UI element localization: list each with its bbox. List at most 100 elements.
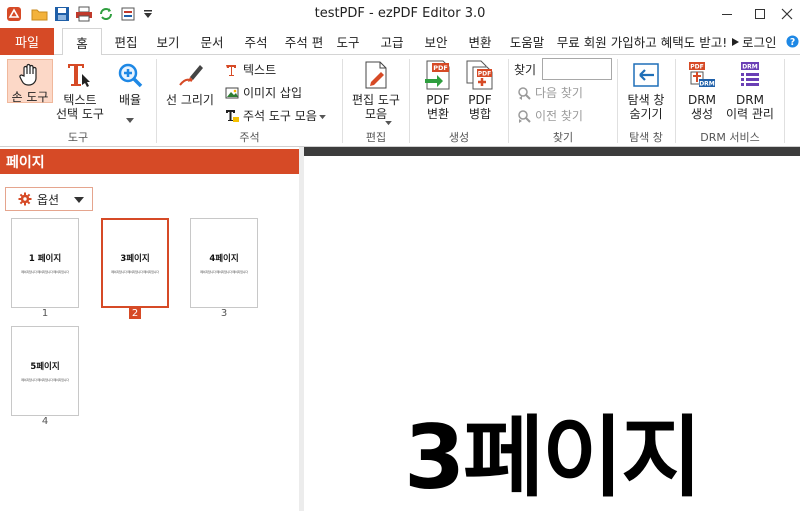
thumbnail-text: 페이지입니다 페이지입니다 페이지입니다 (21, 378, 69, 382)
edit-tools-button[interactable]: 편집 도구 모음 (348, 59, 404, 121)
group-divider (784, 59, 785, 143)
tab-annotation-edit[interactable]: 주석 편 (282, 28, 326, 55)
hand-icon (17, 62, 43, 88)
text-icon (224, 62, 240, 78)
group-label-edit: 편집 (365, 131, 387, 144)
tab-annotation[interactable]: 주석 (238, 28, 274, 55)
drm-history-icon: DRM (734, 59, 766, 91)
document-page[interactable]: 3페이지 (304, 156, 800, 511)
tab-edit[interactable]: 편집 (108, 28, 144, 55)
find-label: 찾기 (514, 63, 537, 77)
hide-nav-pane-label: 탐색 창 숨기기 (627, 93, 665, 121)
tab-security[interactable]: 보안 (418, 28, 454, 55)
help-icon[interactable]: ? (786, 28, 799, 55)
pdf-convert-label: PDF 변환 (426, 93, 450, 121)
insert-image-label: 이미지 삽입 (243, 86, 303, 100)
image-icon (224, 85, 240, 101)
page-heading: 3페이지 (403, 406, 702, 509)
find-next-button[interactable]: 다음 찾기 (516, 84, 583, 101)
draw-line-label: 선 그리기 (166, 93, 214, 107)
group-label-drm: DRM 서비스 (700, 131, 760, 144)
page-number: 1 (41, 308, 49, 319)
page-number-selected: 2 (101, 308, 169, 319)
pdf-merge-label: PDF 병합 (468, 93, 492, 121)
page-thumbnail[interactable]: 4페이지 페이지입니다 페이지입니다 페이지입니다 (190, 218, 258, 308)
group-label-find: 찾기 (552, 131, 574, 144)
tab-tools[interactable]: 도구 (330, 28, 366, 55)
annot-tools-icon (224, 108, 240, 124)
thumbnail-title: 1 페이지 (28, 254, 62, 264)
tab-document[interactable]: 문서 (194, 28, 230, 55)
promo-link[interactable]: 무료 회원 가입하고 혜택도 받고! (553, 28, 731, 55)
text-select-tool-button[interactable]: 텍스트 선택 도구 (54, 59, 106, 121)
zoom-in-icon (114, 59, 146, 91)
draw-line-button[interactable]: 선 그리기 (162, 59, 218, 107)
edit-tools-dropdown-icon (385, 115, 392, 129)
text-select-icon (64, 59, 96, 91)
pdf-merge-button[interactable]: PDF PDF 병합 (460, 59, 500, 121)
ribbon-tabs: 파일 홈 편집 보기 문서 주석 주석 편 도구 고급 보안 변환 도움말 무료… (0, 28, 800, 56)
tab-file[interactable]: 파일 (0, 28, 54, 55)
pages-panel: 옵션 1 페이지 페이지입니다 페이지입니다 페이지입니다 1 3페이지 페이지… (0, 174, 299, 511)
zoom-dropdown-icon (126, 113, 134, 127)
tab-home[interactable]: 홈 (62, 28, 102, 56)
annot-tools-button[interactable]: 주석 도구 모음 (224, 107, 326, 124)
tab-convert[interactable]: 변환 (462, 28, 498, 55)
hide-nav-pane-button[interactable]: 탐색 창 숨기기 (622, 59, 670, 121)
find-prev-label: 이전 찾기 (535, 109, 583, 123)
tab-view[interactable]: 보기 (150, 28, 186, 55)
svg-text:DRM: DRM (742, 64, 758, 71)
pen-icon (174, 59, 206, 91)
close-icon[interactable] (772, 4, 800, 24)
minimize-icon[interactable] (712, 4, 742, 24)
group-label-tools: 도구 (67, 131, 89, 144)
ribbon: 손 도구 텍스트 선택 도구 배율 도구 선 그리기 텍스트 이미지 삽입 주석… (0, 55, 800, 147)
thumbnail-text: 페이지입니다 페이지입니다 페이지입니다 (200, 270, 248, 274)
edit-document-icon (360, 59, 392, 91)
thumbnail-text: 페이지입니다 페이지입니다 페이지입니다 (21, 270, 69, 274)
page-thumbnail[interactable]: 1 페이지 페이지입니다 페이지입니다 페이지입니다 (11, 218, 79, 308)
thumbnail-title: 5페이지 (30, 362, 60, 372)
page-number: 3 (220, 308, 228, 319)
drm-history-label: DRM 이력 관리 (726, 93, 774, 121)
find-input[interactable] (542, 58, 612, 80)
title-bar: testPDF - ezPDF Editor 3.0 (0, 0, 800, 28)
gear-icon (18, 192, 32, 206)
group-label-annotation: 주석 (239, 131, 260, 144)
text-annot-button[interactable]: 텍스트 (224, 61, 276, 78)
svg-text:?: ? (790, 37, 795, 48)
pages-panel-title: 페이지 (0, 149, 299, 174)
pdf-convert-button[interactable]: PDF PDF 변환 (418, 59, 458, 121)
annot-tools-dropdown-icon (319, 109, 326, 123)
maximize-icon[interactable] (745, 4, 775, 24)
find-prev-button[interactable]: 이전 찾기 (516, 107, 583, 124)
drm-history-button[interactable]: DRM DRM 이력 관리 (724, 59, 776, 121)
svg-text:PDF: PDF (478, 71, 491, 78)
window-title: testPDF - ezPDF Editor 3.0 (314, 6, 486, 21)
page-thumbnail[interactable]: 5페이지 페이지입니다 페이지입니다 페이지입니다 (11, 326, 79, 416)
tab-help[interactable]: 도움말 (504, 28, 550, 55)
options-label: 옵션 (37, 192, 60, 207)
play-icon (730, 28, 740, 55)
edit-tools-label: 편집 도구 모음 (352, 93, 400, 121)
group-label-nav: 탐색 창 (629, 131, 663, 144)
find-next-icon (516, 85, 532, 101)
drm-create-icon: PDF DRM (686, 59, 718, 91)
page-thumbnail-selected[interactable]: 3페이지 페이지입니다 페이지입니다 페이지입니다 (101, 218, 169, 308)
login-link[interactable]: 로그인 (742, 28, 777, 55)
annot-tools-label: 주석 도구 모음 (243, 109, 317, 123)
options-button[interactable]: 옵션 (5, 187, 93, 211)
find-next-label: 다음 찾기 (535, 86, 583, 100)
hand-tool-button[interactable]: 손 도구 (7, 59, 53, 104)
page-number: 4 (41, 416, 49, 427)
find-prev-icon (516, 108, 532, 124)
tab-advanced[interactable]: 고급 (374, 28, 410, 55)
text-annot-label: 텍스트 (243, 63, 277, 77)
thumbnail-title: 4페이지 (209, 254, 239, 264)
text-select-label: 텍스트 선택 도구 (56, 93, 104, 121)
pdf-convert-icon: PDF (422, 59, 454, 91)
insert-image-button[interactable]: 이미지 삽입 (224, 84, 302, 101)
hide-panel-icon (630, 59, 662, 91)
zoom-button[interactable]: 배율 (110, 59, 150, 127)
drm-create-button[interactable]: PDF DRM DRM 생성 (682, 59, 722, 121)
